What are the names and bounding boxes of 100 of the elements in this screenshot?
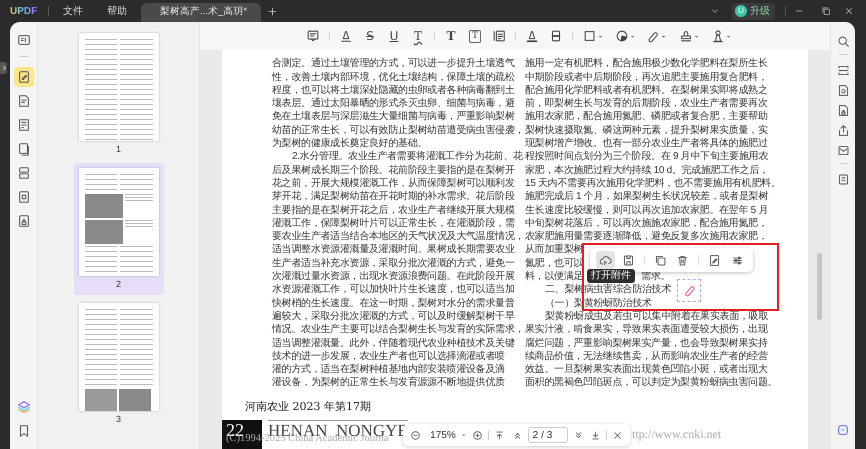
text-line: 生产者适当补充水资源，采取分批次灌溉的方式，避免一 bbox=[272, 256, 515, 270]
upgrade-button[interactable]: U 升级 bbox=[732, 2, 775, 20]
text-line: 花之前，开展大规模灌溉工作，从而保障梨树可以顺利发 bbox=[272, 176, 515, 190]
text-line: 灌溉工作，保障梨树叶片可以正常生长，在灌溉阶段，需 bbox=[272, 216, 515, 230]
journal-issue: 河南农业 2023 年第17期 bbox=[244, 400, 372, 413]
rectangle-icon bbox=[582, 29, 596, 43]
comment-tool-button[interactable] bbox=[14, 67, 34, 87]
underline-tool-button[interactable]: U bbox=[383, 26, 405, 46]
collapse-tab[interactable] bbox=[0, 62, 7, 74]
comment-icon bbox=[16, 70, 30, 84]
page-number: 2 bbox=[116, 278, 121, 290]
text-line: 芽开花，满足梨树幼苗在开花时期的补水需求。花后阶段 bbox=[272, 190, 515, 204]
text-line: 配合施用化学肥料或者有机肥料。在梨树果实即将成熟之 bbox=[525, 84, 768, 98]
copy-icon bbox=[654, 254, 667, 266]
restore-button[interactable] bbox=[821, 6, 831, 16]
search-icon bbox=[836, 34, 850, 48]
stamp-icon bbox=[678, 29, 692, 43]
zoom-out-icon bbox=[410, 430, 422, 440]
crop-icon bbox=[16, 190, 30, 204]
close-button[interactable] bbox=[844, 6, 854, 16]
url-text: ttp://www.cnki.net bbox=[632, 427, 722, 441]
signature-icon bbox=[710, 29, 724, 43]
text-line: 家肥，本次施肥过程大约持续 10 d。完成施肥工作之后， bbox=[525, 164, 769, 177]
thumbnail-item[interactable]: 3 bbox=[74, 298, 164, 430]
layers-icon bbox=[16, 400, 30, 414]
zoom-level[interactable]: 175% bbox=[430, 428, 456, 442]
text-line: 农家肥施用量需要逐渐降低，避免反复多次施用农家肥， bbox=[525, 230, 768, 244]
text-line: 前，即梨树生长与发育的后期阶段，农业生产者需要再次 bbox=[525, 97, 768, 110]
convert-document-icon bbox=[836, 84, 850, 96]
text-line: 中旬梨树花落后，可以再次施施农家肥，配合施用氮肥， bbox=[525, 216, 768, 230]
text-line: 程按照时间点划分为三个阶段。在 9 月中下旬主要施用农 bbox=[525, 150, 768, 164]
close-icon bbox=[612, 430, 623, 440]
protect-document-icon bbox=[836, 104, 850, 116]
upgrade-label: 升级 bbox=[750, 4, 771, 18]
tab-label: 梨树高产...术_高玥* bbox=[160, 5, 248, 20]
text-line: 灌设备，为梨树的正常生长与发育源源不断地提供优质 bbox=[272, 376, 505, 390]
text-line: 合测定。通过土壤管理的方式，可以进一步提升土壤透气 bbox=[272, 57, 515, 71]
save-icon bbox=[622, 254, 635, 266]
text-line: 梨黄粉蚜成虫及若虫可以集中附着在果实表面，吸取 bbox=[545, 310, 768, 324]
scrollbar-thumb[interactable] bbox=[816, 253, 822, 320]
text-line: 施用一定有机肥料，配合施用极少数化学肥料在梨所生长 bbox=[525, 57, 768, 71]
caret-icon bbox=[460, 431, 468, 439]
text-line: 水资源灌溉工作，可以加快叶片生长速度，也可以适当加 bbox=[272, 283, 515, 297]
cloud-attachment-button[interactable] bbox=[596, 251, 615, 269]
menu-item[interactable]: 文件 bbox=[63, 4, 84, 18]
text-line: 免在土壤表层与深层滋生大量细菌与病毒，严重影响梨树 bbox=[272, 110, 515, 124]
text-line: 现梨树增产增收。也有一部分农业生产者将具体的施肥过 bbox=[525, 137, 768, 150]
text-line: 主要指的是在梨树开花之后，农业生产者继续开展大规模 bbox=[272, 204, 515, 217]
text-line: 程度，也可以将土壤深处隐藏的虫卵或者各种病毒翻到土 bbox=[272, 84, 515, 98]
page-input[interactable]: 2 / 3 bbox=[528, 427, 568, 443]
page-thumbnail-drawing[interactable] bbox=[78, 33, 158, 141]
settings-icon bbox=[731, 254, 744, 266]
text-line: 果实汁液，啃食果实，导致果实表面遭受较大损伤，出现 bbox=[525, 323, 768, 337]
page-number: 1 bbox=[116, 143, 121, 155]
text-line: 灌的方式，适当在梨树种植基地内部安装喷灌设备及滴 bbox=[272, 363, 505, 376]
page-total: / 3 bbox=[541, 428, 552, 442]
highlighter-icon bbox=[339, 29, 353, 43]
strikethrough-tool-button[interactable]: S bbox=[359, 26, 381, 46]
text-line: 2.水分管理。农业生产者需要将灌溉工作分为花前、花 bbox=[292, 150, 523, 164]
thumbnail-item[interactable]: 1 bbox=[74, 28, 164, 160]
page-thumbnail-drawing[interactable] bbox=[78, 168, 158, 276]
text-line: 壤表层。通过太阳暴晒的形式杀灭虫卵、细菌与病毒，避 bbox=[272, 97, 515, 110]
text-line: 料，以便满足 bbox=[525, 270, 584, 284]
document-tab[interactable]: 梨树高产...术_高玥* bbox=[141, 3, 262, 22]
plus-icon bbox=[267, 6, 278, 16]
form-icon bbox=[16, 118, 30, 132]
text-line: 施肥完成后 1 个月，如果梨树生长状况较差，或者是梨树 bbox=[525, 190, 768, 204]
page-thumbnail-drawing[interactable] bbox=[78, 303, 158, 411]
text-line: 生长速度比较缓慢，则可以再次追加农家肥。在翌年 5 月 bbox=[525, 204, 768, 217]
squiggly-tool-button[interactable]: T bbox=[407, 26, 429, 46]
textbox-tool-button[interactable]: T bbox=[464, 26, 486, 46]
mail-icon bbox=[836, 144, 850, 156]
chevron-icon bbox=[2, 65, 6, 71]
new-tab-button[interactable] bbox=[267, 6, 278, 16]
last-page-icon bbox=[590, 430, 601, 440]
close-icon bbox=[844, 6, 854, 16]
page-icon bbox=[16, 142, 30, 156]
text-line: 腐烂问题，严重影响梨树果实产量，也会导致梨树果实持 bbox=[525, 336, 768, 350]
eraser-icon bbox=[647, 30, 660, 42]
text-line: 面积的黑褐色凹陷斑点，可以判定为梨黄粉蚜病虫害问题。 bbox=[525, 376, 778, 390]
avatar: U bbox=[735, 5, 747, 17]
text-line: 要农业生产者适当结合本地区的天气状况及大气温度情况， bbox=[272, 230, 524, 244]
thumbnail-item[interactable]: 2 bbox=[74, 163, 164, 295]
organize-icon bbox=[16, 166, 30, 180]
note-icon bbox=[306, 29, 320, 43]
eraser-icon bbox=[549, 29, 563, 43]
edit-icon bbox=[16, 94, 30, 108]
text-line: 情况。农业生产主要可以结合梨树生长与发育的实际需求， bbox=[272, 323, 524, 337]
menu-item[interactable]: 帮助 bbox=[107, 4, 128, 18]
text-line: 遍较大，采取分批次灌溉的方式，可以及时缓解梨树干旱 bbox=[272, 310, 515, 324]
text-line: 为梨树的健康成长奠定良好的基础。 bbox=[272, 137, 428, 150]
text-line: 幼苗的正常生长，可以有效防止梨树幼苗遭受病虫害侵袭， bbox=[272, 124, 524, 138]
shape-icon bbox=[614, 29, 628, 43]
trash-icon bbox=[676, 254, 690, 266]
text-line: 性，改善土壤内部环境，优化土壤结构，保障土壤的疏松 bbox=[272, 70, 515, 84]
text-line: 后及果树成长期三个阶段。花前阶段主要指的是在梨树开 bbox=[272, 164, 515, 177]
text-line: 次灌溉过量水资源，出现水资源浪费问题。在此阶段开展 bbox=[272, 270, 515, 284]
text-tool-button[interactable]: T bbox=[440, 26, 462, 46]
attachment-annotation[interactable] bbox=[677, 278, 702, 302]
text-line: 施用农家肥，配合施用氮肥、磷肥或者复合肥，主要帮助 bbox=[525, 110, 768, 124]
